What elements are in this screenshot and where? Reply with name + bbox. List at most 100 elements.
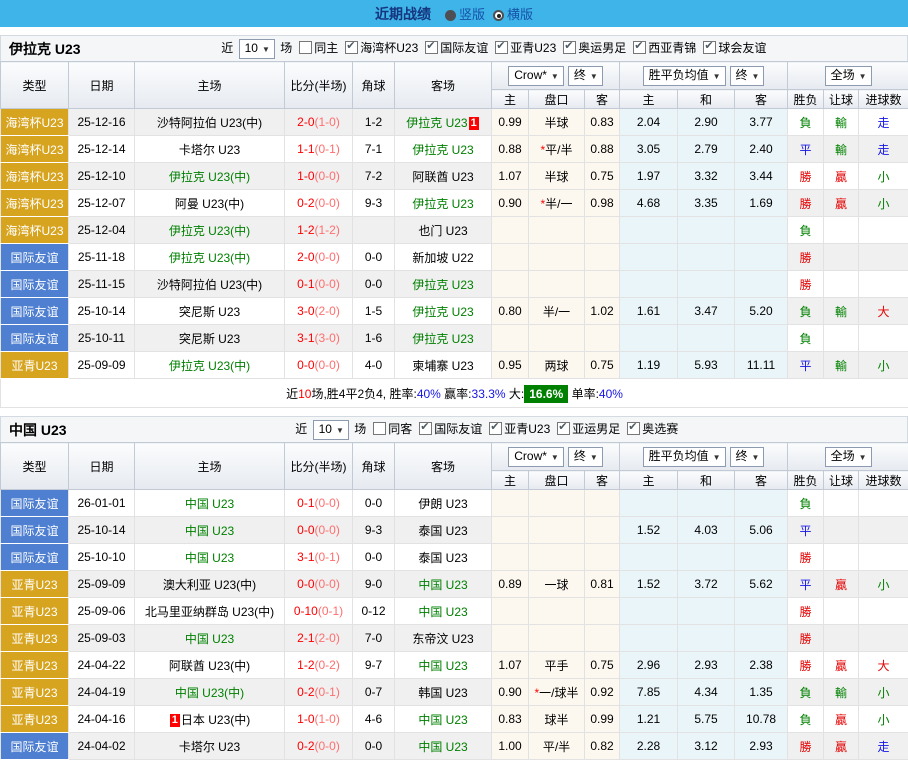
home-team: 中国 U23(中)	[175, 686, 244, 700]
full-time-score: 0-1	[297, 496, 314, 510]
bookmaker-select[interactable]: Crow*▼	[508, 447, 564, 467]
result-goals-cell	[859, 244, 908, 271]
avg-draw-cell	[678, 625, 735, 652]
dropdown-arrow-icon: ▼	[752, 453, 760, 462]
league-filter-checkbox-5[interactable]	[703, 41, 716, 54]
summary-part-7: 16.6%	[524, 385, 568, 403]
corner-cell: 9-7	[353, 652, 395, 679]
league-filter-checkbox-2[interactable]	[495, 41, 508, 54]
avg-stage-select[interactable]: 终▼	[730, 66, 765, 86]
summary-part-8: 单率:	[568, 387, 599, 401]
league-filter-checkbox-4[interactable]	[633, 41, 646, 54]
result-goals-cell: 小	[859, 706, 908, 733]
home-team-name: 伊拉克 U23(中)	[169, 170, 250, 184]
odds-stage-select[interactable]: 终▼	[568, 66, 603, 86]
result-wdl-cell: 勝	[788, 652, 824, 679]
home-team-cell: 伊拉克 U23(中)	[135, 217, 285, 244]
view-option-radio-0[interactable]	[445, 10, 456, 21]
handicap-text: 球半	[544, 713, 568, 727]
league-filter-checkbox-0[interactable]	[419, 422, 432, 435]
avg-away-cell: 5.62	[735, 571, 788, 598]
avg-draw-cell	[678, 217, 735, 244]
view-option-radio-1[interactable]	[493, 10, 504, 21]
league-filter-label-2: 亚青U23	[510, 41, 556, 55]
col-date-header: 日期	[69, 443, 135, 490]
league-filter-checkbox-3[interactable]	[627, 422, 640, 435]
handicap-text: 半球	[544, 116, 568, 130]
full-time-score: 0-0	[297, 358, 314, 372]
result-goals-cell: 小	[859, 352, 908, 379]
match-row: 海湾杯U2325-12-14卡塔尔 U231-1(0-1)7-1伊拉克 U230…	[1, 136, 908, 163]
col-home-header: 主场	[135, 62, 285, 109]
score-cell: 0-2(0-0)	[285, 733, 353, 760]
handicap-text: 平/半	[543, 740, 570, 754]
avg-away-cell	[735, 325, 788, 352]
home-team: 阿联酋 U23(中)	[169, 659, 250, 673]
avg-stage-select[interactable]: 终▼	[730, 447, 765, 467]
odds-stage-select[interactable]: 终▼	[568, 447, 603, 467]
result-wdl-cell: 平	[788, 517, 824, 544]
league-filter-checkbox-0[interactable]	[345, 41, 358, 54]
home-team-name: 中国 U23	[185, 497, 234, 511]
col-type-header: 类型	[1, 443, 69, 490]
home-team: 伊拉克 U23(中)	[169, 251, 250, 265]
avg-home-cell: 1.52	[620, 571, 678, 598]
home-team: 卡塔尔 U23	[179, 143, 240, 157]
home-team-name: 伊拉克 U23(中)	[169, 251, 250, 265]
date-cell: 25-09-06	[69, 598, 135, 625]
away-team: 伊拉克 U23	[412, 143, 473, 157]
avg-odds-select[interactable]: 胜平负均值▼	[643, 447, 726, 467]
handicap-cell	[529, 244, 585, 271]
league-filter-checkbox-3[interactable]	[563, 41, 576, 54]
col-home-header: 主场	[135, 443, 285, 490]
league-filter-checkbox-1[interactable]	[489, 422, 502, 435]
red-card-badge: 1	[469, 117, 479, 130]
result-handicap-cell: 贏	[824, 706, 859, 733]
same-venue-checkbox[interactable]	[299, 41, 312, 54]
match-count-select[interactable]: 10▼	[239, 39, 275, 59]
col-corner-header: 角球	[353, 443, 395, 490]
team-title: 伊拉克 U23	[9, 39, 81, 59]
tables-container: 伊拉克 U23近 10▼ 场同主海湾杯U23国际友谊亚青U23奥运男足西亚青锦球…	[0, 35, 908, 760]
odds-home-cell: 0.95	[492, 352, 529, 379]
match-row: 亚青U2324-04-19中国 U23(中)0-2(0-1)0-7韩国 U230…	[1, 679, 908, 706]
home-team: 伊拉克 U23(中)	[169, 224, 250, 238]
same-venue-checkbox[interactable]	[373, 422, 386, 435]
match-count-select[interactable]: 10▼	[313, 420, 349, 440]
avg-home-cell: 1.19	[620, 352, 678, 379]
scope-select[interactable]: 全场▼	[825, 447, 872, 467]
home-team-name: 澳大利亚 U23(中)	[163, 578, 256, 592]
home-team-name: 伊拉克 U23(中)	[169, 224, 250, 238]
league-filter-checkbox-2[interactable]	[557, 422, 570, 435]
result-wdl-cell: 勝	[788, 598, 824, 625]
corner-cell: 9-3	[353, 517, 395, 544]
corner-cell: 7-0	[353, 625, 395, 652]
league-filter-checkbox-1[interactable]	[425, 41, 438, 54]
odds-away-cell: 0.92	[585, 679, 620, 706]
result-goals-cell	[859, 544, 908, 571]
away-team-cell: 伊朗 U23	[395, 490, 492, 517]
away-team-cell: 柬埔寨 U23	[395, 352, 492, 379]
away-team-cell: 泰国 U23	[395, 544, 492, 571]
home-team-cell: 中国 U23	[135, 517, 285, 544]
away-team: 中国 U23	[418, 740, 467, 754]
avg-home-cell	[620, 490, 678, 517]
away-team: 伊拉克 U23	[412, 197, 473, 211]
result-wdl-cell: 勝	[788, 271, 824, 298]
date-cell: 25-12-14	[69, 136, 135, 163]
home-team-name: 伊拉克 U23(中)	[169, 359, 250, 373]
scope-select[interactable]: 全场▼	[825, 66, 872, 86]
col-score-header: 比分(半场)	[285, 62, 353, 109]
bookmaker-select[interactable]: Crow*▼	[508, 66, 564, 86]
page-title: 近期战绩	[375, 4, 431, 24]
result-wdl-cell: 勝	[788, 163, 824, 190]
league-cell: 海湾杯U23	[1, 136, 69, 163]
avg-home-cell: 2.96	[620, 652, 678, 679]
date-cell: 25-10-11	[69, 325, 135, 352]
odds-home-cell: 0.89	[492, 571, 529, 598]
avg-odds-select[interactable]: 胜平负均值▼	[643, 66, 726, 86]
corner-cell	[353, 217, 395, 244]
away-team: 伊拉克 U23	[412, 305, 473, 319]
match-row: 国际友谊25-10-14突尼斯 U233-0(2-0)1-5伊拉克 U230.8…	[1, 298, 908, 325]
avg-away-cell: 3.77	[735, 109, 788, 136]
